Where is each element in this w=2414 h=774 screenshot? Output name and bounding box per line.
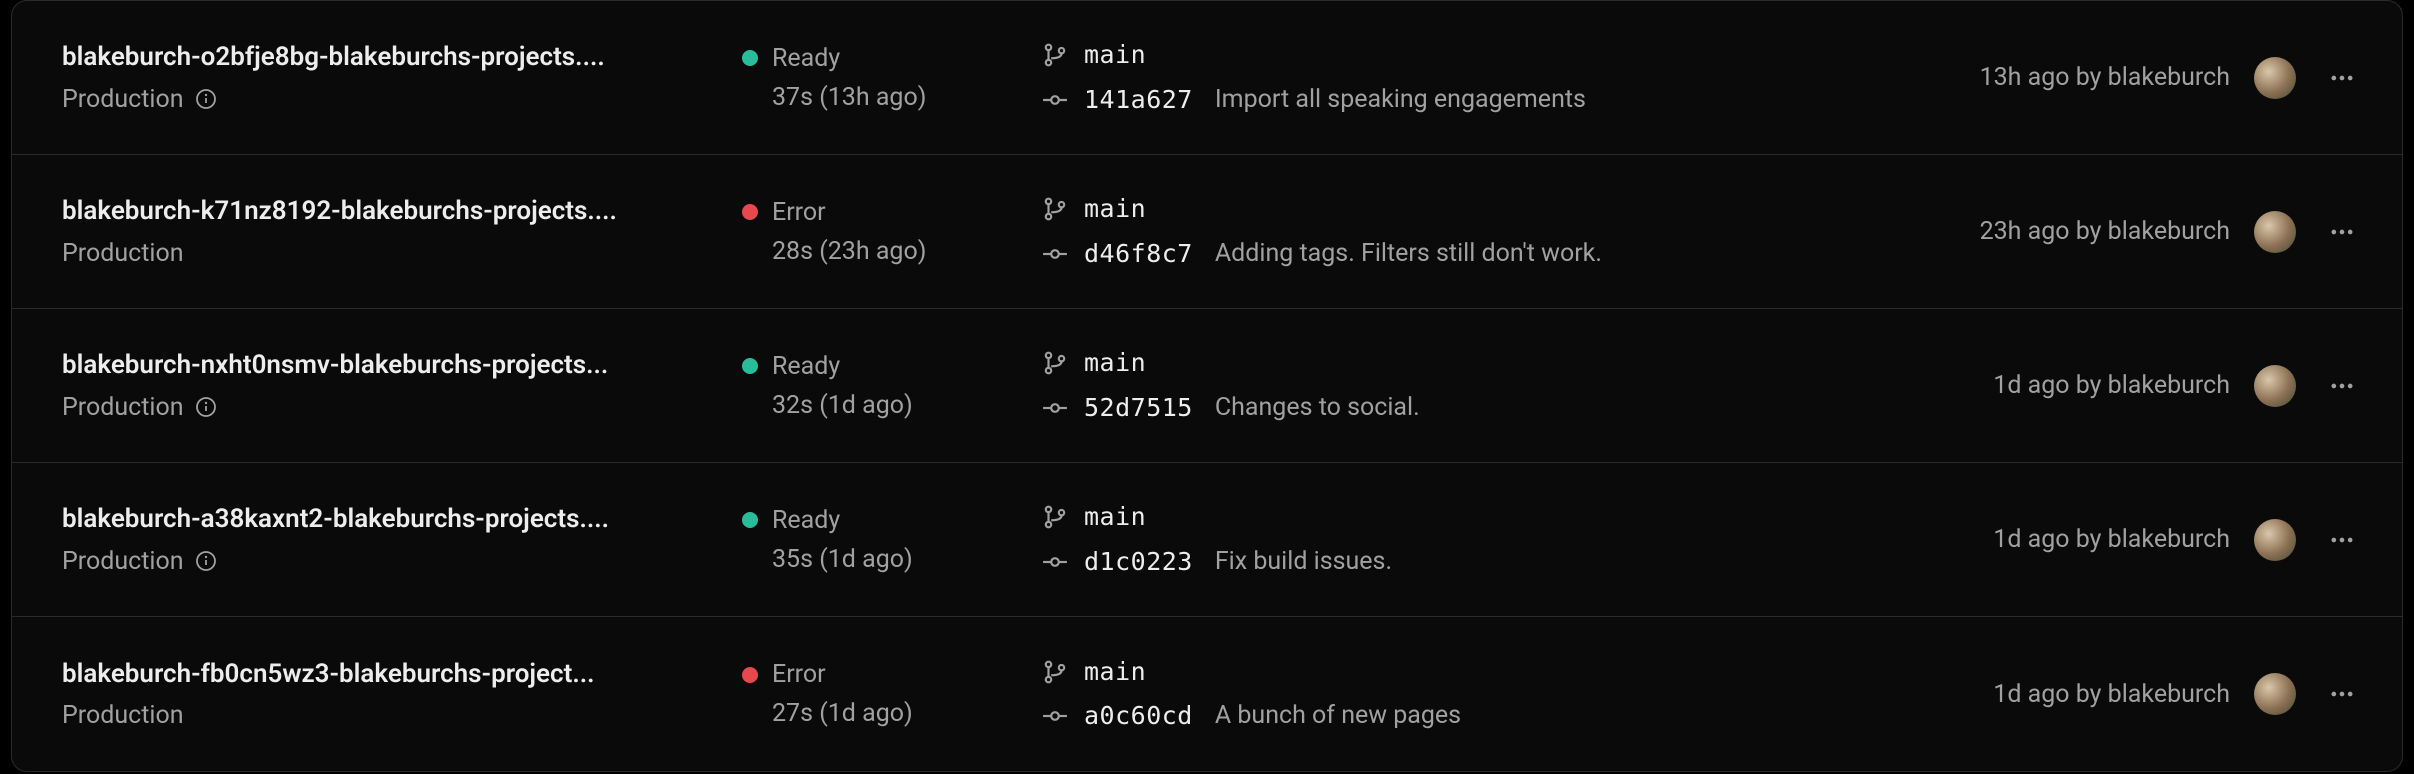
time-author: 13h ago by blakeburch xyxy=(1980,63,2230,92)
deployment-name[interactable]: blakeburch-o2bfje8bg-blakeburchs-project… xyxy=(62,41,718,75)
time-author: 1d ago by blakeburch xyxy=(1993,371,2230,400)
git-branch-icon xyxy=(1042,350,1068,376)
build-duration: 37s (13h ago) xyxy=(742,83,1042,112)
status-dot-icon xyxy=(742,204,758,220)
git-commit-icon xyxy=(1042,549,1068,575)
deployments-panel: blakeburch-o2bfje8bg-blakeburchs-project… xyxy=(11,0,2403,772)
git-commit-sha[interactable]: d46f8c7 xyxy=(1084,238,1193,271)
status-label: Error xyxy=(772,198,826,227)
git-commit-sha[interactable]: a0c60cd xyxy=(1084,700,1193,733)
git-commit-icon xyxy=(1042,87,1068,113)
time-author: 1d ago by blakeburch xyxy=(1993,680,2230,709)
row-actions-button[interactable] xyxy=(2320,364,2364,408)
git-branch-name[interactable]: main xyxy=(1084,347,1146,380)
time-author: 1d ago by blakeburch xyxy=(1993,525,2230,554)
deployment-name[interactable]: blakeburch-nxht0nsmv-blakeburchs-project… xyxy=(62,349,718,383)
git-commit-sha[interactable]: 141a627 xyxy=(1084,84,1193,117)
info-icon[interactable] xyxy=(194,549,218,573)
status-label: Ready xyxy=(772,506,840,535)
deployment-name[interactable]: blakeburch-fb0cn5wz3-blakeburchs-project… xyxy=(62,658,718,692)
git-branch-icon xyxy=(1042,42,1068,68)
author-avatar[interactable] xyxy=(2254,519,2296,561)
deployment-name[interactable]: blakeburch-k71nz8192-blakeburchs-project… xyxy=(62,195,718,229)
deployment-row[interactable]: blakeburch-nxht0nsmv-blakeburchs-project… xyxy=(12,309,2402,463)
deployment-env: Production xyxy=(62,547,184,576)
status-dot-icon xyxy=(742,667,758,683)
author-avatar[interactable] xyxy=(2254,57,2296,99)
git-commit-sha[interactable]: 52d7515 xyxy=(1084,392,1193,425)
git-branch-icon xyxy=(1042,504,1068,530)
author-avatar[interactable] xyxy=(2254,673,2296,715)
deployment-env: Production xyxy=(62,239,184,268)
deployment-env: Production xyxy=(62,393,184,422)
build-duration: 35s (1d ago) xyxy=(742,545,1042,574)
git-commit-message: A bunch of new pages xyxy=(1215,700,1461,733)
build-duration: 28s (23h ago) xyxy=(742,237,1042,266)
git-commit-message: Changes to social. xyxy=(1215,392,1420,425)
status-dot-icon xyxy=(742,50,758,66)
time-author: 23h ago by blakeburch xyxy=(1980,217,2230,246)
git-branch-name[interactable]: main xyxy=(1084,656,1146,689)
build-duration: 32s (1d ago) xyxy=(742,391,1042,420)
git-branch-icon xyxy=(1042,659,1068,685)
deployment-env: Production xyxy=(62,85,184,114)
git-branch-icon xyxy=(1042,196,1068,222)
build-duration: 27s (1d ago) xyxy=(742,699,1042,728)
git-commit-icon xyxy=(1042,241,1068,267)
status-dot-icon xyxy=(742,358,758,374)
author-avatar[interactable] xyxy=(2254,365,2296,407)
git-commit-icon xyxy=(1042,395,1068,421)
author-avatar[interactable] xyxy=(2254,211,2296,253)
git-commit-message: Import all speaking engagements xyxy=(1215,84,1586,117)
git-branch-name[interactable]: main xyxy=(1084,193,1146,226)
deployment-row[interactable]: blakeburch-o2bfje8bg-blakeburchs-project… xyxy=(12,1,2402,155)
deployment-row[interactable]: blakeburch-a38kaxnt2-blakeburchs-project… xyxy=(12,463,2402,617)
git-commit-message: Fix build issues. xyxy=(1215,546,1392,579)
status-label: Ready xyxy=(772,44,840,73)
row-actions-button[interactable] xyxy=(2320,672,2364,716)
git-commit-message: Adding tags. Filters still don't work. xyxy=(1215,238,1602,271)
row-actions-button[interactable] xyxy=(2320,210,2364,254)
git-branch-name[interactable]: main xyxy=(1084,501,1146,534)
deployment-name[interactable]: blakeburch-a38kaxnt2-blakeburchs-project… xyxy=(62,503,718,537)
deployment-row[interactable]: blakeburch-fb0cn5wz3-blakeburchs-project… xyxy=(12,617,2402,771)
info-icon[interactable] xyxy=(194,395,218,419)
git-commit-sha[interactable]: d1c0223 xyxy=(1084,546,1193,579)
row-actions-button[interactable] xyxy=(2320,518,2364,562)
status-dot-icon xyxy=(742,512,758,528)
status-label: Error xyxy=(772,660,826,689)
info-icon[interactable] xyxy=(194,87,218,111)
git-commit-icon xyxy=(1042,703,1068,729)
deployment-row[interactable]: blakeburch-k71nz8192-blakeburchs-project… xyxy=(12,155,2402,309)
status-label: Ready xyxy=(772,352,840,381)
deployment-env: Production xyxy=(62,701,184,730)
row-actions-button[interactable] xyxy=(2320,56,2364,100)
git-branch-name[interactable]: main xyxy=(1084,39,1146,72)
